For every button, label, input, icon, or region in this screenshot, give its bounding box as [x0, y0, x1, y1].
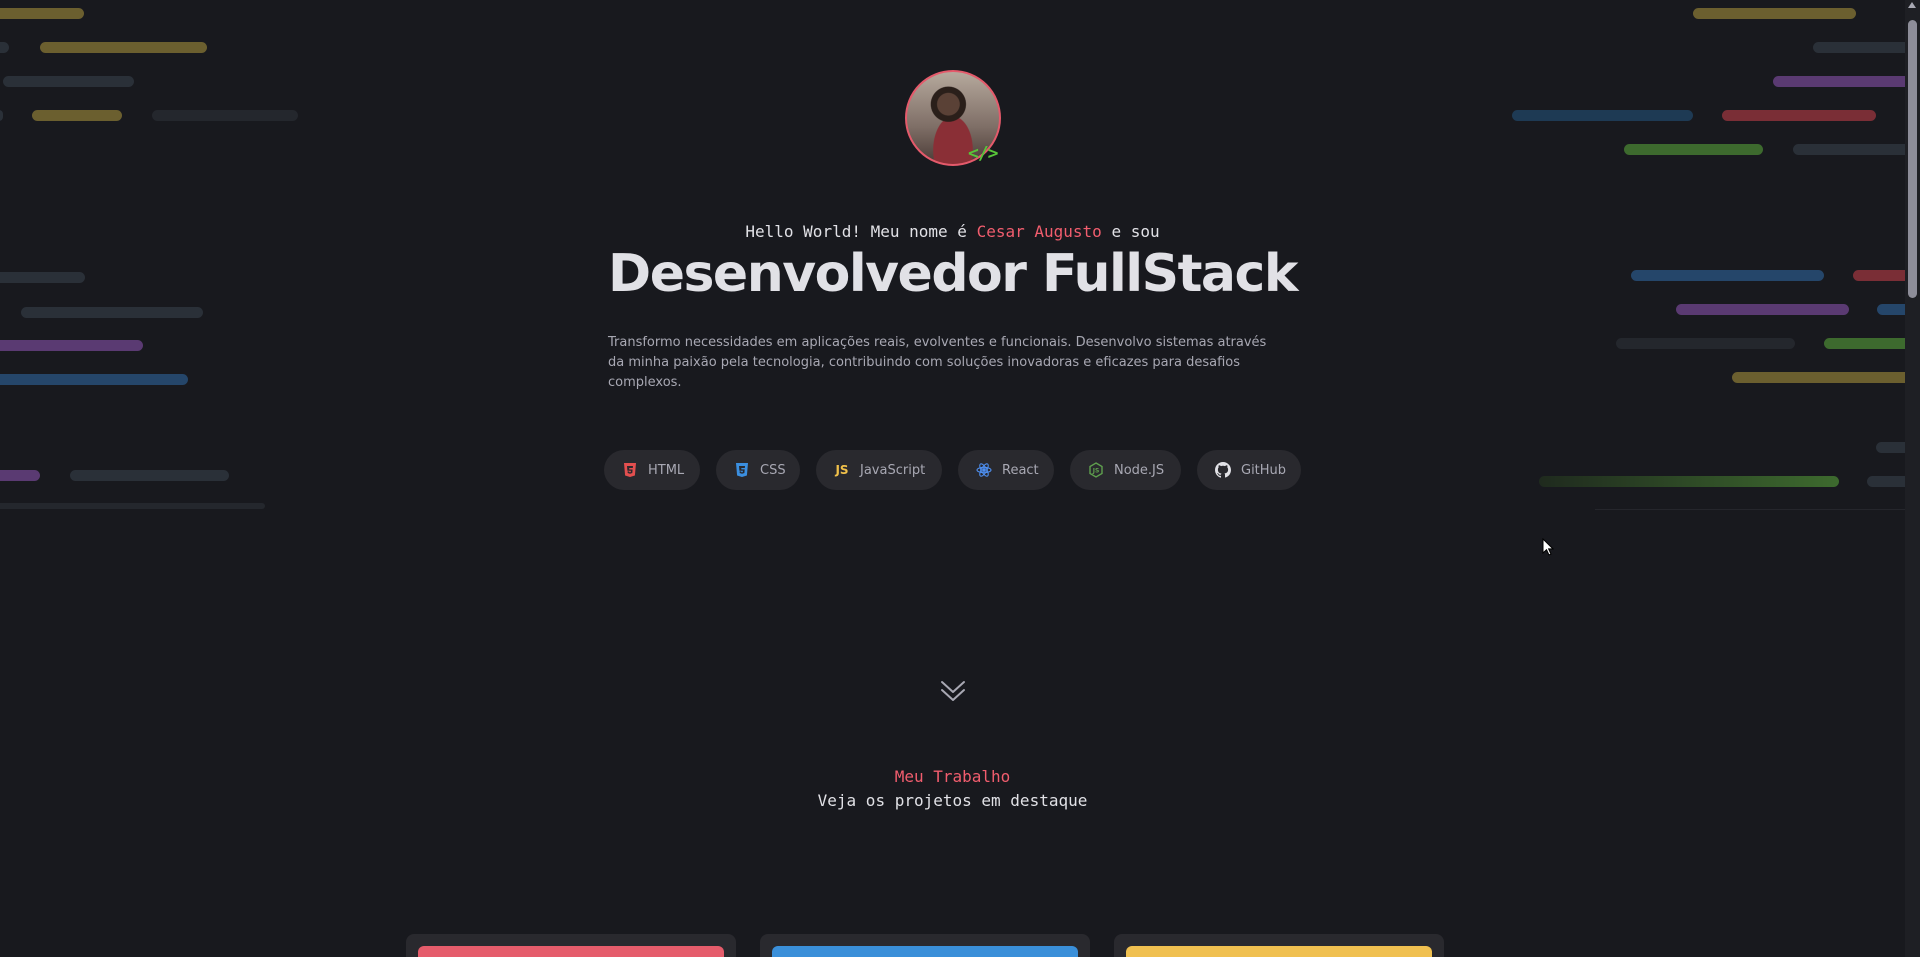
deco-line — [1773, 76, 1905, 87]
deco-line — [1813, 42, 1905, 53]
github-icon — [1215, 462, 1231, 478]
nodejs-icon: JS — [1088, 462, 1104, 478]
css3-icon — [734, 462, 750, 478]
page-title: Desenvolvedor FullStack — [608, 244, 1298, 304]
deco-line — [40, 42, 207, 53]
page-scrollbar[interactable] — [1905, 0, 1920, 957]
skill-label: CSS — [760, 462, 786, 478]
deco-line — [32, 110, 122, 121]
hero-description: Transformo necessidades em aplicações re… — [608, 333, 1308, 393]
deco-line — [1693, 8, 1856, 19]
skill-label: JavaScript — [860, 462, 926, 478]
deco-line — [3, 76, 134, 87]
skill-label: Node.JS — [1114, 462, 1165, 478]
deco-line — [152, 110, 298, 121]
html5-icon — [622, 462, 638, 478]
scrollbar-thumb[interactable] — [1908, 20, 1917, 298]
project-card[interactable] — [406, 934, 736, 957]
project-card-header — [772, 946, 1078, 957]
skill-badge-nodejs[interactable]: JS Node.JS — [1070, 450, 1181, 490]
deco-line — [0, 503, 265, 509]
skill-label: React — [1002, 462, 1039, 478]
deco-line — [0, 340, 143, 351]
section-subtitle: Veja os projetos em destaque — [817, 791, 1088, 810]
project-card-header — [418, 946, 724, 957]
skill-badge-html[interactable]: HTML — [604, 450, 700, 490]
deco-line — [1676, 304, 1849, 315]
deco-line — [1512, 110, 1693, 121]
skill-badge-react[interactable]: React — [958, 450, 1054, 490]
project-card[interactable] — [1114, 934, 1444, 957]
page-viewport: </> Hello World! Meu nome é Cesar August… — [0, 0, 1905, 957]
skill-badge-github[interactable]: GitHub — [1197, 450, 1301, 490]
deco-line — [1876, 442, 1905, 453]
deco-line — [1722, 110, 1876, 121]
deco-line — [1877, 304, 1905, 315]
deco-line — [70, 470, 229, 481]
deco-line — [0, 42, 9, 53]
hero-description-line-1: Transformo necessidades em aplicações re… — [608, 335, 1267, 350]
deco-line — [1624, 144, 1763, 155]
deco-line — [0, 110, 3, 121]
project-card[interactable] — [760, 934, 1090, 957]
svg-text:JS: JS — [1092, 468, 1100, 475]
mouse-cursor-icon — [1542, 537, 1555, 560]
skill-badge-css[interactable]: CSS — [716, 450, 800, 490]
deco-line — [0, 470, 40, 481]
skill-badge-javascript[interactable]: JS JavaScript — [816, 450, 942, 490]
deco-line — [1824, 338, 1905, 349]
scroll-up-arrow-icon[interactable] — [1908, 2, 1916, 8]
project-card-header — [1126, 946, 1432, 957]
deco-line — [1867, 476, 1905, 487]
section-label: Meu Trabalho — [894, 767, 1011, 786]
js-icon: JS — [835, 463, 849, 477]
deco-line — [0, 374, 188, 385]
greeting: Hello World! Meu nome é Cesar Augusto e … — [0, 222, 1905, 241]
deco-line — [0, 8, 84, 19]
chevron-double-down-icon[interactable] — [940, 678, 966, 708]
skill-label: GitHub — [1241, 462, 1287, 478]
deco-divider — [1595, 509, 1905, 510]
react-icon — [976, 462, 992, 478]
greeting-prefix: Hello World! Meu nome é — [745, 222, 967, 241]
deco-line — [1732, 372, 1905, 383]
hero-description-line-2: da minha paixão pela tecnologia, contrib… — [608, 355, 1240, 390]
greeting-suffix: e sou — [1111, 222, 1160, 241]
deco-line — [1793, 144, 1905, 155]
deco-line — [21, 307, 203, 318]
code-badge-icon: </> — [968, 143, 998, 164]
developer-name: Cesar Augusto — [976, 222, 1102, 241]
deco-line — [1616, 338, 1795, 349]
deco-line — [1539, 476, 1839, 487]
skill-label: HTML — [648, 462, 685, 478]
